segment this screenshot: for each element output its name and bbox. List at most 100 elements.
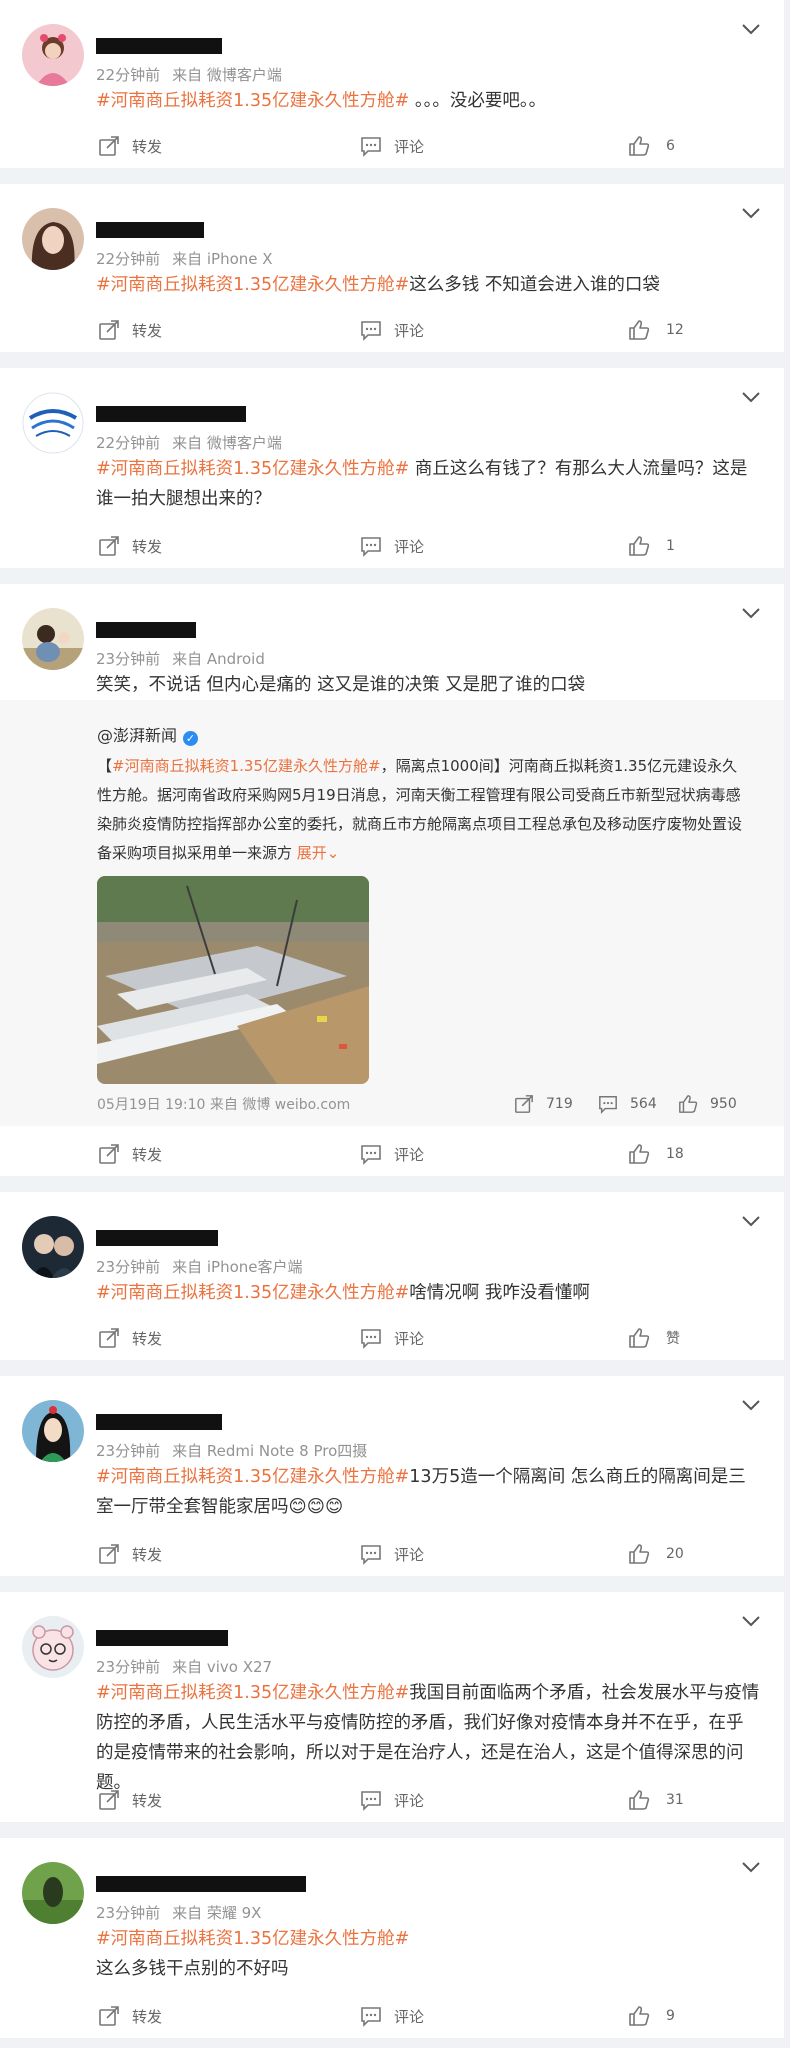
- share-button[interactable]: 转发: [98, 2004, 162, 2028]
- verified-badge-icon: ✓: [183, 731, 199, 746]
- comment-card: 22分钟前 来自 iPhone X #河南商丘拟耗资1.35亿建永久性方舱#这么多…: [0, 184, 784, 352]
- share-button[interactable]: 转发: [98, 134, 162, 158]
- thumbs-up-icon: [629, 1544, 650, 1564]
- share-button[interactable]: 转发: [98, 1788, 162, 1812]
- redacted-username: [96, 222, 204, 238]
- comment-icon: [361, 137, 381, 157]
- like-button[interactable]: 赞: [628, 1326, 680, 1350]
- avatar[interactable]: [22, 1616, 84, 1678]
- topic-tag-link[interactable]: #河南商丘拟耗资1.35亿建永久性方舱#: [112, 757, 381, 775]
- comment-label: 评论: [394, 1145, 425, 1164]
- topic-tag-link[interactable]: #河南商丘拟耗资1.35亿建永久性方舱#: [96, 1683, 409, 1703]
- share-icon: [515, 1095, 533, 1113]
- post-meta: 23分钟前 来自 Android: [96, 648, 265, 669]
- like-count: 赞: [666, 1331, 680, 1347]
- like-button[interactable]: 1: [628, 534, 675, 558]
- comment-button[interactable]: 评论: [360, 534, 424, 558]
- comment-feed: 22分钟前 来自 微博客户端 #河南商丘拟耗资1.35亿建永久性方舱# 。。。没必…: [0, 0, 790, 2048]
- comment-card: 23分钟前 来自 Android 笑笑，不说话 但内心是痛的 这又是谁的决策 又是…: [0, 584, 784, 1176]
- comment-icon: [361, 321, 381, 341]
- post-body: 笑笑，不说话 但内心是痛的 这又是谁的决策 又是肥了谁的口袋: [96, 675, 586, 695]
- chevron-down-icon[interactable]: [740, 1398, 762, 1412]
- post-text: #河南商丘拟耗资1.35亿建永久性方舱# 商丘这么有钱了？有那么大人流量吗？这是…: [96, 454, 760, 514]
- post-source: 来自 iPhone客户端: [172, 1258, 303, 1276]
- like-count: 9: [666, 2008, 675, 2024]
- comment-button[interactable]: 评论: [360, 134, 424, 158]
- share-button[interactable]: 转发: [98, 1142, 162, 1166]
- post-source: 来自 微博客户端: [172, 66, 282, 84]
- chevron-down-icon[interactable]: [740, 390, 762, 404]
- post-meta: 22分钟前 来自 iPhone X: [96, 248, 273, 269]
- avatar[interactable]: [22, 392, 84, 454]
- post-meta: 23分钟前 来自 vivo X27: [96, 1656, 272, 1677]
- repost-author[interactable]: @澎湃新闻 ✓: [97, 722, 199, 746]
- comment-button[interactable]: 评论: [360, 318, 424, 342]
- like-button[interactable]: 20: [628, 1542, 684, 1566]
- share-button[interactable]: 转发: [98, 318, 162, 342]
- comment-label: 评论: [394, 1545, 425, 1564]
- post-text: #河南商丘拟耗资1.35亿建永久性方舱#啥情况啊 我咋没看懂啊: [96, 1278, 760, 1308]
- post-body: 这么多钱 不知道会进入谁的口袋: [409, 275, 660, 295]
- share-icon: [99, 2006, 119, 2026]
- post-source: 来自 vivo X27: [172, 1658, 273, 1676]
- avatar[interactable]: [22, 24, 84, 86]
- avatar[interactable]: [22, 208, 84, 270]
- thumbs-up-icon: [629, 536, 650, 556]
- post-meta: 23分钟前 来自 iPhone客户端: [96, 1256, 303, 1277]
- post-text: #河南商丘拟耗资1.35亿建永久性方舱# 这么多钱干点别的不好吗: [96, 1924, 760, 1984]
- topic-tag-link[interactable]: #河南商丘拟耗资1.35亿建永久性方舱#: [96, 1929, 409, 1949]
- share-icon: [99, 536, 119, 556]
- share-button[interactable]: 转发: [98, 1542, 162, 1566]
- like-button[interactable]: 12: [628, 318, 684, 342]
- expand-link[interactable]: 展开⌄: [297, 844, 340, 862]
- comment-button[interactable]: 评论: [360, 1788, 424, 1812]
- topic-tag-link[interactable]: #河南商丘拟耗资1.35亿建永久性方舱#: [96, 91, 409, 111]
- comment-button[interactable]: 评论: [360, 2004, 424, 2028]
- chevron-down-icon[interactable]: [740, 606, 762, 620]
- reposted-weibo[interactable]: @澎湃新闻 ✓ 【#河南商丘拟耗资1.35亿建永久性方舱#，隔离点1000间】河南…: [0, 700, 784, 1126]
- share-label: 转发: [132, 321, 163, 340]
- comment-button[interactable]: 评论: [360, 1142, 424, 1166]
- construction-photo[interactable]: [97, 876, 369, 1084]
- comment-card: 22分钟前 来自 微博客户端 #河南商丘拟耗资1.35亿建永久性方舱# 商丘这么有…: [0, 368, 784, 568]
- post-text: #河南商丘拟耗资1.35亿建永久性方舱#这么多钱 不知道会进入谁的口袋: [96, 270, 760, 300]
- chevron-down-icon[interactable]: [740, 1614, 762, 1628]
- share-icon: [99, 1790, 119, 1810]
- topic-tag-link[interactable]: #河南商丘拟耗资1.35亿建永久性方舱#: [96, 275, 409, 295]
- avatar[interactable]: [22, 1400, 84, 1462]
- topic-tag-link[interactable]: #河南商丘拟耗资1.35亿建永久性方舱#: [96, 1467, 409, 1487]
- chevron-down-icon[interactable]: [740, 1214, 762, 1228]
- avatar[interactable]: [22, 1862, 84, 1924]
- like-button[interactable]: 9: [628, 2004, 675, 2028]
- chevron-down-icon[interactable]: [740, 22, 762, 36]
- avatar[interactable]: [22, 608, 84, 670]
- post-time: 23分钟前: [96, 650, 161, 668]
- avatar[interactable]: [22, 1216, 84, 1278]
- comment-card: 22分钟前 来自 微博客户端 #河南商丘拟耗资1.35亿建永久性方舱# 。。。没必…: [0, 0, 784, 168]
- comment-button[interactable]: 评论: [360, 1326, 424, 1350]
- like-button[interactable]: 18: [628, 1142, 684, 1166]
- topic-tag-link[interactable]: #河南商丘拟耗资1.35亿建永久性方舱#: [96, 1283, 409, 1303]
- share-button[interactable]: 转发: [98, 1326, 162, 1350]
- comment-button[interactable]: 评论: [360, 1542, 424, 1566]
- like-button[interactable]: 31: [628, 1788, 684, 1812]
- repost-like-count[interactable]: 950: [678, 1093, 737, 1115]
- repost-text: 【#河南商丘拟耗资1.35亿建永久性方舱#，隔离点1000间】河南商丘拟耗资1.…: [97, 752, 744, 868]
- chevron-down-icon[interactable]: [740, 206, 762, 220]
- chevron-down-icon[interactable]: [740, 1860, 762, 1874]
- share-label: 转发: [132, 1791, 163, 1810]
- share-icon: [99, 1328, 119, 1348]
- post-body: 这么多钱干点别的不好吗: [96, 1959, 289, 1979]
- repost-share-count[interactable]: 719: [514, 1093, 573, 1115]
- like-button[interactable]: 6: [628, 134, 675, 158]
- redacted-username: [96, 1876, 306, 1892]
- thumbs-up-icon: [679, 1095, 698, 1113]
- like-count: 6: [666, 138, 675, 154]
- topic-tag-link[interactable]: #河南商丘拟耗资1.35亿建永久性方舱#: [96, 459, 409, 479]
- repost-comment-count[interactable]: 564: [598, 1093, 657, 1115]
- action-bar: 转发 评论 1: [0, 534, 784, 558]
- share-button[interactable]: 转发: [98, 534, 162, 558]
- repost-author-name[interactable]: @澎湃新闻: [97, 726, 177, 745]
- redacted-username: [96, 38, 222, 54]
- comment-label: 评论: [394, 537, 425, 556]
